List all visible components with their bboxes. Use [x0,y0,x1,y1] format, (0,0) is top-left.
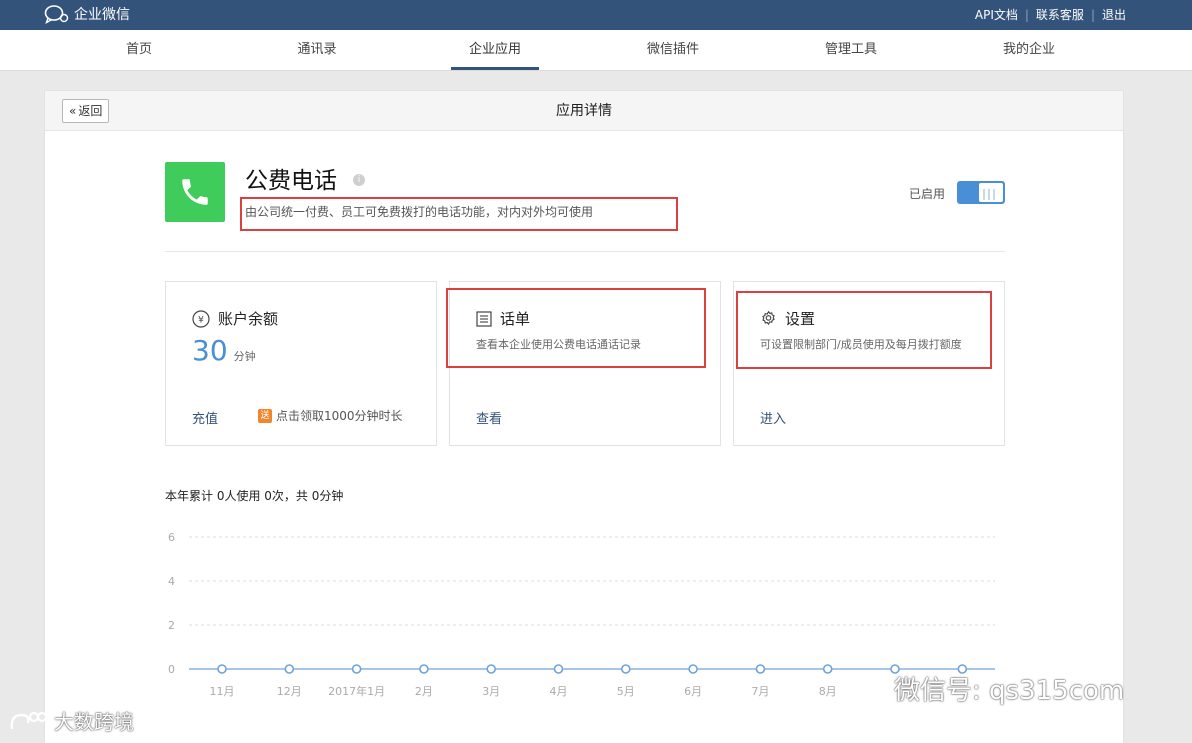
x-tick-label: 5月 [617,685,635,698]
data-point[interactable] [620,664,631,674]
nav-management-tools[interactable]: 管理工具 [807,30,895,70]
nav-enterprise-apps[interactable]: 企业应用 [451,30,539,70]
x-tick-label: 2017年1月 [328,684,385,698]
x-tick-label: 4月 [550,685,568,698]
usage-summary: 本年累计 0人使用 0次，共 0分钟 [165,489,344,503]
data-point[interactable] [217,664,227,674]
x-tick-label: 7月 [751,685,769,698]
highlight-box [446,288,706,368]
logout-link[interactable]: 退出 [1102,6,1126,23]
highlight-box [240,197,678,231]
data-point[interactable] [822,664,833,674]
toggle-knob [979,183,1003,202]
divider [165,251,1005,252]
view-records-link[interactable]: 查看 [476,408,502,427]
x-tick-label: 11月 [210,685,235,698]
y-tick-label: 2 [168,619,175,632]
svg-text:¥: ¥ [198,315,204,325]
watermark-right-text: 微信号: qs315com [894,676,1125,706]
wechat-logo-icon [853,675,887,702]
recharge-link[interactable]: 充值 [192,408,218,427]
nav-home[interactable]: 首页 [95,30,183,70]
phone-icon [165,162,225,222]
data-point[interactable] [688,664,698,674]
y-tick-label: 0 [168,663,175,676]
balance-amount: 30 [192,334,228,367]
nav-wechat-plugins[interactable]: 微信插件 [629,30,717,70]
gift-badge: 送 [258,408,272,423]
x-tick-label: 2月 [415,685,433,698]
grip-icon [983,189,995,200]
x-tick-label: 3月 [482,685,500,698]
yen-icon: ¥ [192,309,210,328]
data-point[interactable] [351,664,362,674]
enter-settings-link[interactable]: 进入 [760,408,786,427]
api-docs-link[interactable]: API文档 [975,6,1018,23]
data-point[interactable] [486,664,497,674]
y-tick-label: 4 [168,575,175,588]
info-icon[interactable]: i [353,174,365,186]
data-point[interactable] [553,664,564,674]
main-nav: 首页 通讯录 企业应用 微信插件 管理工具 我的企业 [0,30,1192,71]
data-point[interactable] [755,664,766,674]
separator: | [1024,7,1029,22]
nav-my-enterprise[interactable]: 我的企业 [985,30,1073,70]
nav-contacts[interactable]: 通讯录 [273,30,361,70]
enable-toggle[interactable] [957,181,1005,204]
balance-card: ¥ 账户余额 30 分钟 充值 送 点击领取1000分钟时长 [165,281,437,446]
balance-title: 账户余额 [218,310,279,328]
usage-chart: 0 2 4 6 11月 12月 2017年1月 2月 3月 4月 5月 6月 7月 8月 [168,531,995,698]
watermark-wechat-id: 微信号: qs315com [852,670,1124,707]
panel-title: 应用详情 [556,103,612,119]
watermark-left-text: 大数跨境 [54,710,134,734]
brand-logo-icon [10,711,48,729]
panel-header: « 返回 应用详情 [45,91,1123,131]
highlight-box [736,291,992,369]
app-name: 公费电话 [245,168,337,194]
logo[interactable]: 企业微信 [44,4,130,24]
separator: | [1090,7,1095,22]
data-point[interactable] [419,664,429,674]
x-tick-label: 12月 [277,685,302,698]
y-tick-label: 6 [168,531,175,544]
x-tick-label: 6月 [684,685,702,698]
chat-bubble-icon [44,5,69,24]
contact-support-link[interactable]: 联系客服 [1036,6,1084,23]
balance-card-title: ¥ 账户余额 [192,308,278,329]
watermark-brand: 大数跨境 [8,706,134,735]
status-label: 已启用 [909,187,946,201]
promo-text: 点击领取1000分钟时长 [276,409,403,423]
app-detail-panel: « 返回 应用详情 公费电话 i 由公司统一付费、员工可免费拨打的电话功能，对内… [44,90,1124,743]
logo-text: 企业微信 [74,7,130,23]
balance-value: 30 分钟 [192,334,256,367]
balance-unit: 分钟 [233,350,256,363]
x-tick-label: 8月 [819,685,837,698]
promo-link[interactable]: 送 点击领取1000分钟时长 [258,407,403,424]
data-point[interactable] [284,664,295,674]
top-links: API文档 | 联系客服 | 退出 [975,6,1126,23]
top-bar: 企业微信 API文档 | 联系客服 | 退出 [0,0,1192,30]
